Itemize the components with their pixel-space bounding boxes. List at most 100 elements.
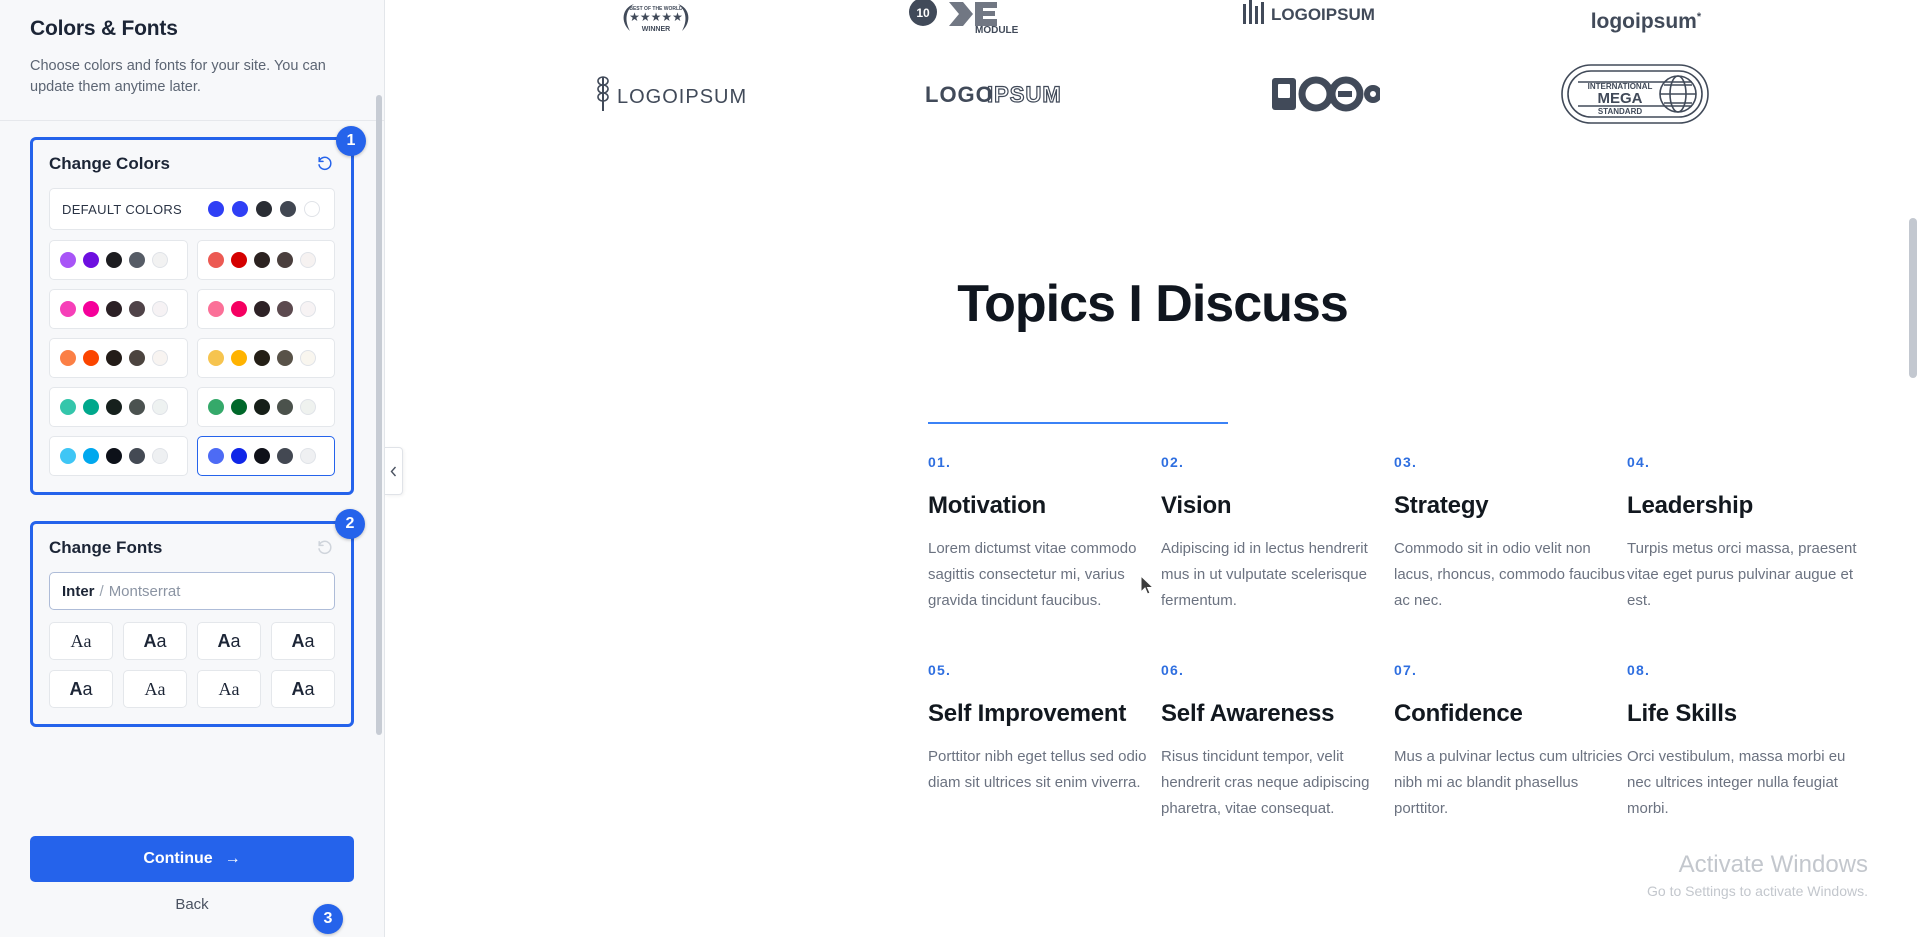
palette-magenta-dot-5 bbox=[152, 301, 168, 317]
palette-cyan-dot-2 bbox=[83, 448, 99, 464]
palette-blue-dot-3 bbox=[253, 448, 270, 464]
topic-card: 08. Life Skills Orci vestibulum, massa mor… bbox=[1627, 662, 1860, 822]
topic-card: 01. Motivation Lorem dictumst vitae commod… bbox=[928, 454, 1161, 614]
international-mega-standard-seal-icon: INTERNATIONAL MEGA STANDARD bbox=[1560, 63, 1710, 125]
font-tile-font-pair-5[interactable]: Aa bbox=[49, 670, 113, 708]
topic-number: 01. bbox=[928, 454, 952, 470]
palette-purple-dot-2 bbox=[83, 252, 99, 268]
svg-text:WINNER: WINNER bbox=[642, 26, 670, 33]
topic-name: Life Skills bbox=[1627, 700, 1737, 727]
palette-blue-dot-5 bbox=[299, 448, 316, 464]
palette-swatch-green[interactable] bbox=[196, 387, 335, 427]
palette-green-dot-4 bbox=[276, 399, 293, 415]
logoipsum-bold-icon: LOGO IPSUM bbox=[925, 77, 1090, 111]
palette-yellow-dot-2 bbox=[230, 350, 247, 366]
watermark-line-2: Go to Settings to activate Windows. bbox=[1647, 883, 1868, 899]
palette-yellow-dot-3 bbox=[253, 350, 270, 366]
reset-fonts-icon[interactable] bbox=[315, 538, 335, 558]
palette-red-dot-2 bbox=[230, 252, 247, 268]
palette-swatch-yellow[interactable] bbox=[196, 338, 335, 378]
font-tile-font-pair-8[interactable]: Aa bbox=[271, 670, 335, 708]
font-tile-font-pair-2[interactable]: Aa bbox=[123, 622, 187, 660]
back-button[interactable]: Back bbox=[30, 896, 354, 913]
palette-swatch-teal[interactable] bbox=[49, 387, 188, 427]
svg-text:LOGO: LOGO bbox=[925, 82, 994, 107]
colors-fonts-panel: Colors & Fonts Choose colors and fonts f… bbox=[0, 0, 385, 937]
logoipsum-wheat-icon: LOGOIPSUM bbox=[595, 73, 745, 115]
palette-magenta-dot-3 bbox=[106, 301, 122, 317]
topic-number: 02. bbox=[1161, 454, 1185, 470]
default-color-dot-2 bbox=[232, 201, 248, 217]
panel-scrollbar[interactable] bbox=[376, 95, 382, 735]
palette-cyan-dot-5 bbox=[152, 448, 168, 464]
palette-pink-dot-5 bbox=[299, 301, 316, 317]
watermark-line-1: Activate Windows bbox=[1678, 851, 1868, 878]
palette-swatch-pink[interactable] bbox=[196, 289, 335, 329]
logo-row-second: LOGOIPSUM LOGO IPSUM INTERNATIONAL MEGA … bbox=[385, 34, 1920, 154]
font-tile-font-pair-6[interactable]: Aa bbox=[123, 670, 187, 708]
font-tile-font-pair-1[interactable]: Aa bbox=[49, 622, 113, 660]
default-color-dot-4 bbox=[280, 201, 296, 217]
change-fonts-card: 2 Change Fonts Inter / Montserrat A a A … bbox=[30, 509, 365, 727]
continue-button[interactable]: Continue → bbox=[30, 836, 354, 882]
font-tile-font-pair-4[interactable]: Aa bbox=[271, 622, 335, 660]
topics-grid: 01. Motivation Lorem dictumst vitae commod… bbox=[385, 424, 1920, 822]
svg-text:★★★★★: ★★★★★ bbox=[629, 10, 683, 24]
palette-blue-dot-2 bbox=[230, 448, 247, 464]
step-badge-2: 2 bbox=[335, 509, 365, 539]
palette-green-dot-5 bbox=[299, 399, 316, 415]
collapse-panel-handle[interactable] bbox=[385, 447, 403, 495]
topic-name: Confidence bbox=[1394, 700, 1523, 727]
panel-footer: Continue → Back 3 bbox=[0, 816, 384, 937]
palette-orange-dot-4 bbox=[129, 350, 145, 366]
best-of-the-world-winner-badge-icon: BEST OF THE WORLD ★★★★★ WINNER bbox=[604, 0, 708, 34]
topic-card: 05. Self Improvement Porttitor nibh eget t… bbox=[928, 662, 1161, 822]
logoipsum-bars-icon: LOGOIPSUM bbox=[1243, 0, 1393, 34]
palette-purple-dot-3 bbox=[106, 252, 122, 268]
topic-number: 03. bbox=[1394, 454, 1418, 470]
palette-blue-dot-4 bbox=[276, 448, 293, 464]
palette-yellow-dot-4 bbox=[276, 350, 293, 366]
palette-purple-dot-1 bbox=[60, 252, 76, 268]
palette-swatch-magenta[interactable] bbox=[49, 289, 188, 329]
reset-colors-icon[interactable] bbox=[315, 154, 335, 174]
palette-swatch-orange[interactable] bbox=[49, 338, 188, 378]
font-tile-font-pair-7[interactable]: Aa bbox=[197, 670, 261, 708]
palette-swatch-red[interactable] bbox=[196, 240, 335, 280]
palette-teal-dot-4 bbox=[129, 399, 145, 415]
activate-windows-watermark: Activate Windows Go to Settings to activ… bbox=[1647, 850, 1868, 902]
topic-description: Adipiscing id in lectus hendrerit mus in… bbox=[1161, 540, 1368, 609]
default-color-dot-1 bbox=[208, 201, 224, 217]
palette-teal-dot-1 bbox=[60, 399, 76, 415]
palette-cyan-dot-4 bbox=[129, 448, 145, 464]
palette-pink-dot-1 bbox=[207, 301, 224, 317]
topic-number: 06. bbox=[1161, 662, 1185, 678]
topic-card: 03. Strategy Commodo sit in odio velit non… bbox=[1394, 454, 1627, 614]
chevron-left-icon bbox=[390, 466, 397, 476]
topic-description: Turpis metus orci massa, praesent vitae … bbox=[1627, 540, 1857, 609]
topic-description: Mus a pulvinar lectus cum ultricies nibh… bbox=[1394, 748, 1623, 817]
loco-logo-icon bbox=[1270, 73, 1380, 115]
font-separator: / bbox=[99, 582, 104, 600]
topic-description: Porttitor nibh eget tellus sed odio diam… bbox=[928, 748, 1147, 791]
palette-swatch-cyan[interactable] bbox=[49, 436, 188, 476]
font-tile-font-pair-3[interactable]: Aa bbox=[197, 622, 261, 660]
topic-description: Orci vestibulum, massa morbi eu nec ultr… bbox=[1627, 748, 1846, 817]
palette-green-dot-3 bbox=[253, 399, 270, 415]
palette-swatch-blue[interactable] bbox=[196, 436, 335, 476]
preview-scrollbar[interactable] bbox=[1909, 218, 1917, 378]
step-badge-1: 1 bbox=[336, 126, 366, 156]
palette-red-dot-5 bbox=[299, 252, 316, 268]
palette-orange-dot-5 bbox=[152, 350, 168, 366]
topic-number: 04. bbox=[1627, 454, 1651, 470]
continue-label: Continue bbox=[143, 850, 213, 867]
topic-number: 08. bbox=[1627, 662, 1651, 678]
palette-yellow-dot-1 bbox=[207, 350, 224, 366]
topic-card: 07. Confidence Mus a pulvinar lectus cum u… bbox=[1394, 662, 1627, 822]
step-badge-3: 3 bbox=[313, 904, 343, 934]
default-colors-row[interactable]: DEFAULT COLORS bbox=[49, 188, 335, 230]
change-fonts-header: Change Fonts bbox=[49, 538, 335, 558]
palette-swatch-purple[interactable] bbox=[49, 240, 188, 280]
palette-teal-dot-3 bbox=[106, 399, 122, 415]
font-pair-input[interactable]: Inter / Montserrat bbox=[49, 572, 335, 610]
